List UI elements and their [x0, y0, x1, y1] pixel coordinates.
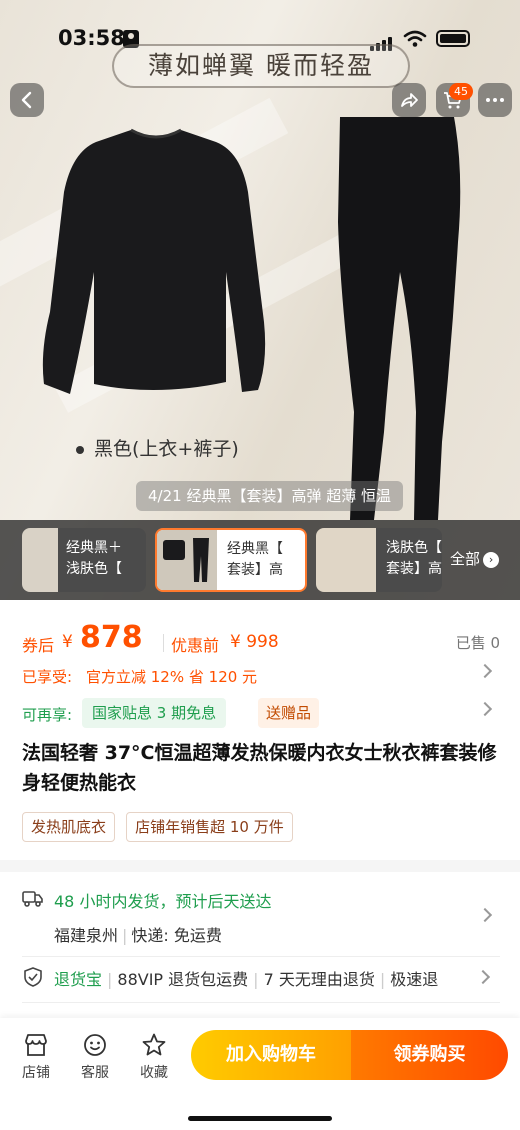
share-button[interactable] — [392, 83, 426, 117]
sku-label-line2: 套装】高 — [227, 562, 283, 578]
all-skus-button[interactable]: 全部 › — [450, 548, 500, 569]
guarantee-item: 7 天无理由退货 — [263, 970, 375, 989]
chevron-right-icon — [477, 907, 493, 923]
battery-icon — [436, 30, 470, 47]
price-divider — [163, 634, 164, 652]
back-button[interactable] — [10, 83, 44, 117]
installment-tag: 国家贴息 3 期免息 — [82, 698, 227, 728]
image-caption: 4/21 经典黑【套装】高弹 超薄 恒温 — [136, 481, 403, 511]
price-currency: ¥ — [62, 632, 73, 652]
sku-label-line1: 浅肤色【 — [386, 540, 442, 556]
price-row: 券后 ¥ 878 优惠前 ¥ 998 已售 0 — [22, 620, 500, 658]
product-title: 法国轻奢 37°C恒温超薄发热保暖内衣女士秋衣裤套装修身轻便热能衣 — [22, 742, 497, 794]
chevron-right-icon — [477, 701, 493, 717]
share-icon — [401, 93, 418, 107]
service-button[interactable]: 客服 — [70, 1032, 120, 1082]
sku-option-1[interactable]: 经典黑＋ 浅肤色【 — [22, 528, 146, 592]
sold-count: 已售 0 — [455, 634, 500, 652]
chevron-left-icon — [21, 91, 32, 109]
ship-courier: 快递: 免运费 — [131, 926, 222, 945]
price-prefix: 券后 — [22, 636, 55, 655]
add-to-cart-button[interactable]: 加入购物车 — [191, 1030, 351, 1080]
sku-label-line2: 浅肤色【 — [66, 561, 122, 577]
more-icon — [486, 98, 504, 102]
divider — [22, 1002, 500, 1003]
star-icon — [142, 1033, 166, 1056]
price-value: 878 — [80, 620, 143, 655]
section-gap — [0, 860, 520, 872]
product-image[interactable]: 03:58 薄如蝉翼 暖而轻盈 45 黑色(上衣+裤子) 4/21 经典黑【套装… — [0, 0, 520, 600]
gift-tag: 送赠品 — [258, 698, 320, 728]
feature-tag: 店铺年销售超 10 万件 — [126, 812, 293, 842]
store-label: 店铺 — [22, 1065, 50, 1081]
shipping-promise: 48 小时内发货，预计后天送达 — [54, 892, 272, 911]
sku-option-2[interactable]: 经典黑【 套装】高 — [155, 528, 307, 592]
feature-tag: 发热肌底衣 — [22, 812, 116, 842]
garment-label: 黑色(上衣+裤子) — [76, 434, 239, 461]
hero-banner-text: 薄如蝉翼 暖而轻盈 — [112, 44, 410, 88]
original-price-label: 优惠前 — [171, 636, 220, 655]
sku-label-line1: 经典黑＋ — [66, 540, 122, 556]
leggings-illustration — [338, 117, 461, 520]
sku-thumbnail — [316, 528, 376, 592]
customer-service-icon — [84, 1034, 106, 1056]
wifi-icon — [403, 30, 427, 47]
cart-count-badge: 45 — [449, 83, 473, 100]
store-button[interactable]: 店铺 — [11, 1032, 61, 1082]
favorite-label: 收藏 — [140, 1065, 168, 1081]
buy-with-coupon-button[interactable]: 领券购买 — [351, 1030, 508, 1080]
all-skus-label: 全部 — [450, 550, 481, 568]
guarantee-item: 88VIP 退货包运费 — [117, 970, 249, 989]
sku-selector: 经典黑＋ 浅肤色【 经典黑【 套装】高 浅肤色【 套装】高 全部 › — [0, 520, 520, 600]
ship-origin: 福建泉州 — [54, 926, 119, 945]
truck-icon — [22, 891, 43, 907]
guarantee-item: 极速退 — [390, 970, 439, 989]
more-button[interactable] — [478, 83, 512, 117]
guarantee-item: 退货宝 — [54, 970, 103, 989]
chevron-right-icon — [475, 969, 491, 985]
chevron-right-icon — [477, 663, 493, 679]
home-indicator — [188, 1116, 332, 1121]
store-icon — [25, 1034, 47, 1056]
favorite-button[interactable]: 收藏 — [129, 1032, 179, 1082]
sku-option-3[interactable]: 浅肤色【 套装】高 — [316, 528, 442, 592]
promo-enjoyed-label: 已享受: — [22, 668, 73, 686]
feature-tags: 发热肌底衣 店铺年销售超 10 万件 — [22, 812, 299, 842]
promo-enjoyed-row[interactable]: 已享受: 官方立减 12% 省 120 元 — [22, 660, 500, 690]
top-garment-illustration — [42, 128, 266, 394]
chevron-right-icon: › — [483, 551, 500, 568]
sku-thumbnail — [157, 530, 217, 590]
sku-label-line2: 套装】高 — [386, 561, 442, 577]
original-price: ¥ 998 — [230, 632, 279, 652]
sku-label-line1: 经典黑【 — [227, 541, 283, 557]
promo-more-label: 可再享: — [22, 706, 73, 724]
shield-icon — [24, 967, 42, 987]
promo-more-row[interactable]: 可再享: 国家贴息 3 期免息 送赠品 — [22, 698, 500, 728]
divider — [22, 956, 500, 957]
service-label: 客服 — [81, 1065, 109, 1081]
bottom-action-bar: 店铺 客服 收藏 加入购物车 领券购买 — [0, 1018, 520, 1130]
status-time: 03:58 — [58, 26, 125, 50]
sku-thumbnail — [22, 528, 58, 592]
promo-enjoyed-text: 官方立减 12% 省 120 元 — [86, 668, 258, 686]
guarantee-list: 退货宝 | 88VIP 退货包运费 | 7 天无理由退货 | 极速退 — [54, 970, 439, 989]
shipping-detail: 福建泉州 | 快递: 免运费 — [54, 926, 222, 945]
